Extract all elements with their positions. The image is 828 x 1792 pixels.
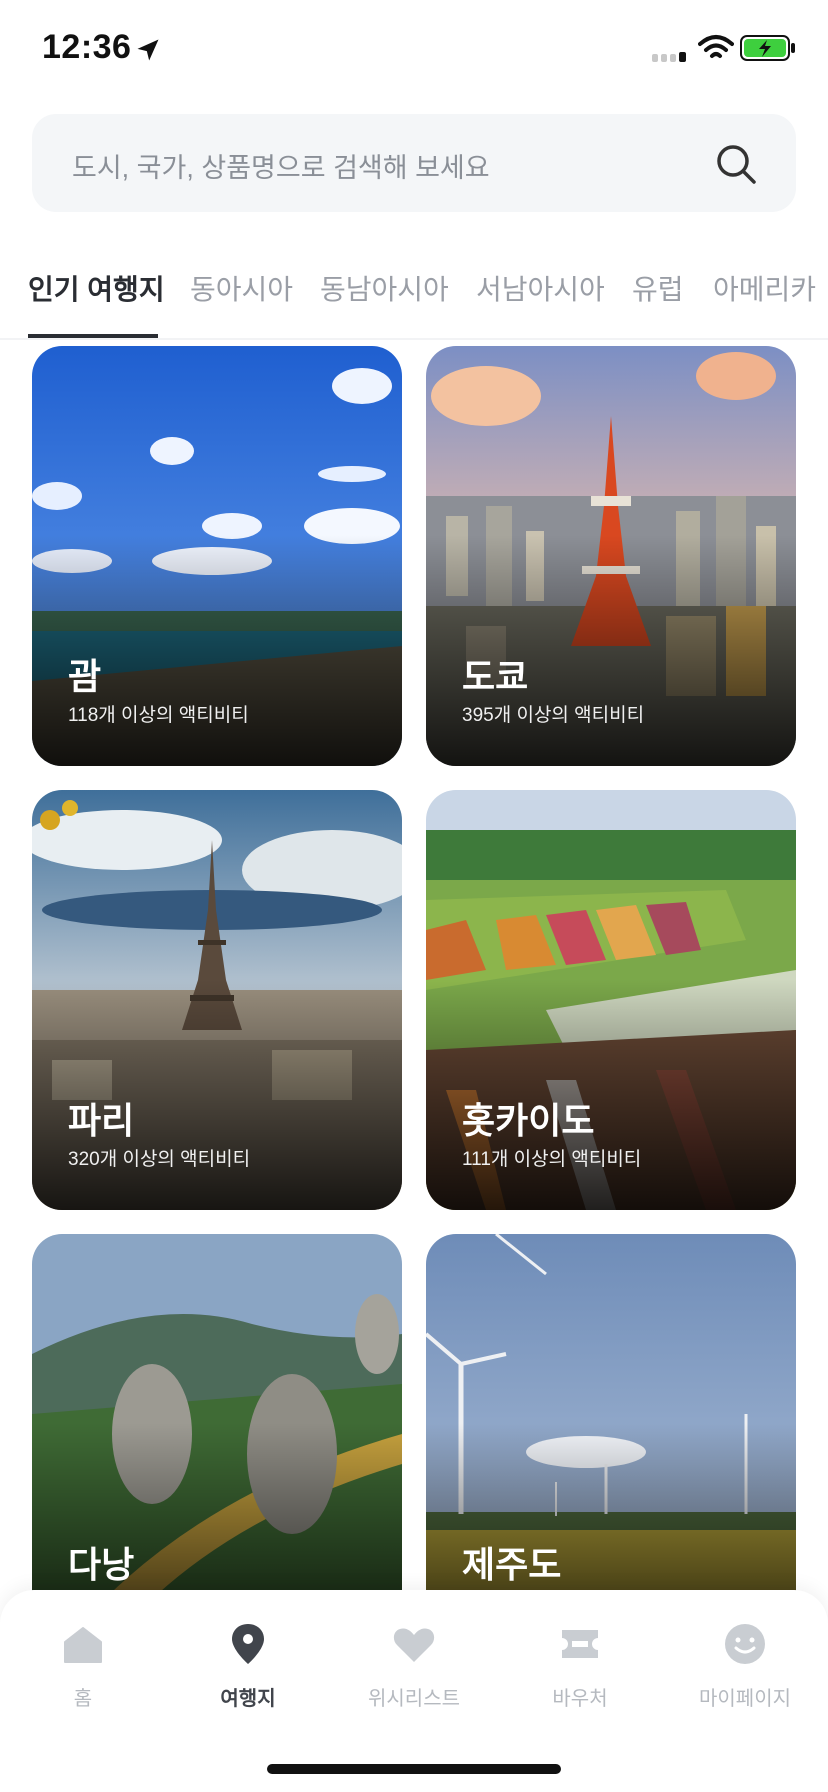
destination-name: 제주도 (462, 1544, 562, 1585)
tab-americas[interactable]: 아메리카 (713, 268, 816, 308)
status-time: 12:36 (42, 28, 132, 66)
activity-count: 320개 이상의 액티비티 (68, 1149, 251, 1170)
nav-label: 여행지 (220, 1688, 276, 1710)
heart-icon (393, 1628, 435, 1662)
home-indicator[interactable] (267, 1764, 561, 1774)
destination-card-paris[interactable]: 파리 320개 이상의 액티비티 (32, 790, 402, 1210)
activity-count: 118개 이상의 액티비티 (68, 705, 249, 726)
ticket-icon (562, 1630, 598, 1658)
nav-label: 바우처 (552, 1688, 608, 1710)
destination-card-guam[interactable]: 괌 118개 이상의 액티비티 (32, 346, 402, 766)
destination-name: 홋카이도 (462, 1100, 595, 1141)
nav-voucher[interactable]: 바우처 (505, 1620, 655, 1730)
tab-southwest-asia[interactable]: 서남아시아 (476, 268, 605, 308)
nav-label: 홈 (73, 1688, 93, 1710)
tab-popular[interactable]: 인기 여행지 (28, 268, 165, 308)
nav-mypage[interactable]: 마이페이지 (670, 1620, 820, 1730)
nav-home[interactable]: 홈 (8, 1620, 158, 1730)
destination-name: 파리 (68, 1100, 135, 1141)
tab-europe[interactable]: 유럽 (632, 268, 684, 308)
activity-count: 111개 이상의 액티비티 (462, 1149, 642, 1170)
search-icon[interactable] (714, 142, 758, 186)
status-bar: 12:36 (0, 0, 828, 100)
smiley-icon (725, 1624, 765, 1664)
destination-card-hokkaido[interactable]: 홋카이도 111개 이상의 액티비티 (426, 790, 796, 1210)
nav-label: 위시리스트 (368, 1688, 460, 1710)
map-pin-icon (232, 1624, 264, 1664)
battery-charging-icon (740, 35, 795, 61)
location-arrow-icon (137, 39, 159, 61)
home-icon (64, 1627, 102, 1663)
nav-label: 마이페이지 (699, 1688, 791, 1710)
wifi-icon (698, 35, 734, 58)
destination-card-jeju[interactable]: 제주도 (426, 1234, 796, 1596)
destination-name: 괌 (68, 656, 102, 697)
destination-card-tokyo[interactable]: 도쿄 395개 이상의 액티비티 (426, 346, 796, 766)
destination-grid: 괌 118개 이상의 액티비티 도쿄 395개 이상의 액티비티 파리 320개… (0, 346, 828, 1596)
destination-name: 다낭 (68, 1544, 135, 1585)
activity-count: 395개 이상의 액티비티 (462, 705, 645, 726)
destination-name: 도쿄 (462, 656, 529, 697)
nav-wishlist[interactable]: 위시리스트 (339, 1620, 489, 1730)
tab-southeast-asia[interactable]: 동남아시아 (320, 268, 449, 308)
tab-active-indicator (28, 334, 158, 338)
tab-east-asia[interactable]: 동아시아 (190, 268, 293, 308)
nav-destinations[interactable]: 여행지 (173, 1620, 323, 1730)
bottom-tab-bar: 홈 여행지 위시리스트 바우처 마이페이지 (0, 1590, 828, 1792)
search-bar[interactable]: 도시, 국가, 상품명으로 검색해 보세요 (32, 114, 796, 212)
destination-card-danang[interactable]: 다낭 (32, 1234, 402, 1596)
search-input[interactable]: 도시, 국가, 상품명으로 검색해 보세요 (72, 146, 490, 185)
cellular-signal-icon (652, 52, 686, 62)
region-tabs: 인기 여행지 동아시아 동남아시아 서남아시아 유럽 아메리카 (0, 250, 828, 340)
